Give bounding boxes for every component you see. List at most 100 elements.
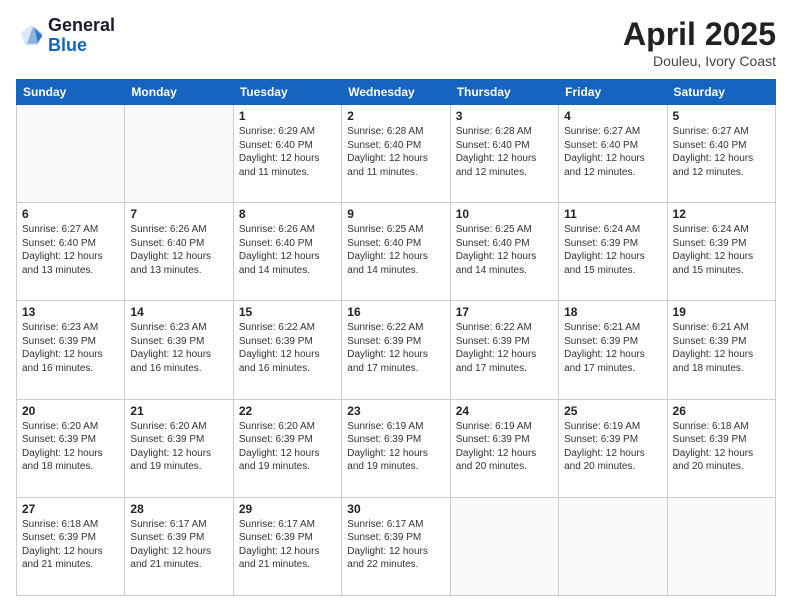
day-info: Sunrise: 6:22 AM Sunset: 6:39 PM Dayligh…	[456, 321, 553, 375]
day-number: 1	[239, 109, 336, 123]
calendar-day-cell: 4 Sunrise: 6:27 AM Sunset: 6:40 PM Daylig…	[559, 105, 667, 203]
calendar-day-cell: 28 Sunrise: 6:17 AM Sunset: 6:39 PM Dayli…	[125, 497, 233, 595]
calendar-day-cell	[125, 105, 233, 203]
header: General Blue April 2025 Douleu, Ivory Co…	[16, 16, 776, 69]
calendar-day-header: Thursday	[450, 80, 558, 105]
title-block: April 2025 Douleu, Ivory Coast	[623, 16, 776, 69]
calendar-day-cell: 16 Sunrise: 6:22 AM Sunset: 6:39 PM Dayli…	[342, 301, 450, 399]
day-info: Sunrise: 6:24 AM Sunset: 6:39 PM Dayligh…	[564, 223, 661, 277]
calendar-day-cell	[667, 497, 775, 595]
calendar-header-row: SundayMondayTuesdayWednesdayThursdayFrid…	[17, 80, 776, 105]
day-number: 6	[22, 207, 119, 221]
calendar-day-cell: 2 Sunrise: 6:28 AM Sunset: 6:40 PM Daylig…	[342, 105, 450, 203]
day-number: 3	[456, 109, 553, 123]
day-info: Sunrise: 6:19 AM Sunset: 6:39 PM Dayligh…	[347, 420, 444, 474]
day-info: Sunrise: 6:26 AM Sunset: 6:40 PM Dayligh…	[130, 223, 227, 277]
logo-line1: General	[48, 16, 115, 36]
calendar-day-header: Tuesday	[233, 80, 341, 105]
day-number: 12	[673, 207, 770, 221]
calendar-day-header: Friday	[559, 80, 667, 105]
calendar-day-cell: 7 Sunrise: 6:26 AM Sunset: 6:40 PM Daylig…	[125, 203, 233, 301]
calendar-day-cell: 23 Sunrise: 6:19 AM Sunset: 6:39 PM Dayli…	[342, 399, 450, 497]
day-info: Sunrise: 6:18 AM Sunset: 6:39 PM Dayligh…	[22, 518, 119, 572]
day-info: Sunrise: 6:20 AM Sunset: 6:39 PM Dayligh…	[22, 420, 119, 474]
day-number: 14	[130, 305, 227, 319]
day-info: Sunrise: 6:26 AM Sunset: 6:40 PM Dayligh…	[239, 223, 336, 277]
day-number: 18	[564, 305, 661, 319]
calendar-day-cell: 18 Sunrise: 6:21 AM Sunset: 6:39 PM Dayli…	[559, 301, 667, 399]
day-info: Sunrise: 6:20 AM Sunset: 6:39 PM Dayligh…	[239, 420, 336, 474]
day-info: Sunrise: 6:28 AM Sunset: 6:40 PM Dayligh…	[347, 125, 444, 179]
logo-text: General Blue	[48, 16, 115, 56]
day-info: Sunrise: 6:24 AM Sunset: 6:39 PM Dayligh…	[673, 223, 770, 277]
calendar-day-cell: 5Sunrise: 6:27 AM Sunset: 6:40 PM Daylig…	[667, 105, 775, 203]
day-info: Sunrise: 6:17 AM Sunset: 6:39 PM Dayligh…	[347, 518, 444, 572]
day-number: 29	[239, 502, 336, 516]
calendar-day-cell: 15Sunrise: 6:22 AM Sunset: 6:39 PM Dayli…	[233, 301, 341, 399]
calendar-week-row: 1Sunrise: 6:29 AM Sunset: 6:40 PM Daylig…	[17, 105, 776, 203]
calendar-title: April 2025	[623, 16, 776, 53]
day-number: 13	[22, 305, 119, 319]
calendar-day-cell: 13 Sunrise: 6:23 AM Sunset: 6:39 PM Dayli…	[17, 301, 125, 399]
calendar-day-cell: 10 Sunrise: 6:25 AM Sunset: 6:40 PM Dayli…	[450, 203, 558, 301]
calendar-day-cell	[450, 497, 558, 595]
calendar-week-row: 20Sunrise: 6:20 AM Sunset: 6:39 PM Dayli…	[17, 399, 776, 497]
calendar-day-cell: 19Sunrise: 6:21 AM Sunset: 6:39 PM Dayli…	[667, 301, 775, 399]
calendar-day-cell	[17, 105, 125, 203]
logo-icon	[16, 22, 44, 50]
calendar-day-cell: 3 Sunrise: 6:28 AM Sunset: 6:40 PM Daylig…	[450, 105, 558, 203]
calendar-day-cell: 22 Sunrise: 6:20 AM Sunset: 6:39 PM Dayli…	[233, 399, 341, 497]
calendar-table: SundayMondayTuesdayWednesdayThursdayFrid…	[16, 79, 776, 596]
calendar-day-cell: 26 Sunrise: 6:18 AM Sunset: 6:39 PM Dayli…	[667, 399, 775, 497]
day-number: 2	[347, 109, 444, 123]
calendar-subtitle: Douleu, Ivory Coast	[623, 53, 776, 69]
day-info: Sunrise: 6:17 AM Sunset: 6:39 PM Dayligh…	[239, 518, 336, 572]
day-number: 11	[564, 207, 661, 221]
day-number: 21	[130, 404, 227, 418]
day-number: 5	[673, 109, 770, 123]
calendar-day-cell: 9 Sunrise: 6:25 AM Sunset: 6:40 PM Daylig…	[342, 203, 450, 301]
day-info: Sunrise: 6:25 AM Sunset: 6:40 PM Dayligh…	[347, 223, 444, 277]
day-number: 17	[456, 305, 553, 319]
day-info: Sunrise: 6:23 AM Sunset: 6:39 PM Dayligh…	[130, 321, 227, 375]
day-number: 4	[564, 109, 661, 123]
day-number: 15	[239, 305, 336, 319]
day-number: 10	[456, 207, 553, 221]
calendar-day-cell: 25Sunrise: 6:19 AM Sunset: 6:39 PM Dayli…	[559, 399, 667, 497]
day-info: Sunrise: 6:27 AM Sunset: 6:40 PM Dayligh…	[564, 125, 661, 179]
logo: General Blue	[16, 16, 115, 56]
day-info: Sunrise: 6:18 AM Sunset: 6:39 PM Dayligh…	[673, 420, 770, 474]
day-info: Sunrise: 6:19 AM Sunset: 6:39 PM Dayligh…	[564, 420, 661, 474]
day-number: 27	[22, 502, 119, 516]
day-number: 16	[347, 305, 444, 319]
calendar-day-cell: 24Sunrise: 6:19 AM Sunset: 6:39 PM Dayli…	[450, 399, 558, 497]
calendar-day-cell: 21Sunrise: 6:20 AM Sunset: 6:39 PM Dayli…	[125, 399, 233, 497]
calendar-week-row: 27 Sunrise: 6:18 AM Sunset: 6:39 PM Dayli…	[17, 497, 776, 595]
day-number: 8	[239, 207, 336, 221]
logo-line2: Blue	[48, 36, 115, 56]
day-number: 22	[239, 404, 336, 418]
day-info: Sunrise: 6:25 AM Sunset: 6:40 PM Dayligh…	[456, 223, 553, 277]
calendar-day-cell: 30Sunrise: 6:17 AM Sunset: 6:39 PM Dayli…	[342, 497, 450, 595]
day-number: 9	[347, 207, 444, 221]
calendar-day-cell: 6Sunrise: 6:27 AM Sunset: 6:40 PM Daylig…	[17, 203, 125, 301]
calendar-day-header: Monday	[125, 80, 233, 105]
calendar-day-cell	[559, 497, 667, 595]
calendar-week-row: 6Sunrise: 6:27 AM Sunset: 6:40 PM Daylig…	[17, 203, 776, 301]
day-number: 24	[456, 404, 553, 418]
calendar-day-cell: 27 Sunrise: 6:18 AM Sunset: 6:39 PM Dayli…	[17, 497, 125, 595]
day-number: 23	[347, 404, 444, 418]
day-info: Sunrise: 6:28 AM Sunset: 6:40 PM Dayligh…	[456, 125, 553, 179]
day-number: 26	[673, 404, 770, 418]
calendar-day-cell: 12 Sunrise: 6:24 AM Sunset: 6:39 PM Dayli…	[667, 203, 775, 301]
day-info: Sunrise: 6:23 AM Sunset: 6:39 PM Dayligh…	[22, 321, 119, 375]
calendar-week-row: 13 Sunrise: 6:23 AM Sunset: 6:39 PM Dayli…	[17, 301, 776, 399]
day-info: Sunrise: 6:17 AM Sunset: 6:39 PM Dayligh…	[130, 518, 227, 572]
day-number: 28	[130, 502, 227, 516]
day-info: Sunrise: 6:21 AM Sunset: 6:39 PM Dayligh…	[564, 321, 661, 375]
calendar-day-header: Wednesday	[342, 80, 450, 105]
calendar-day-cell: 17 Sunrise: 6:22 AM Sunset: 6:39 PM Dayli…	[450, 301, 558, 399]
day-number: 7	[130, 207, 227, 221]
day-info: Sunrise: 6:21 AM Sunset: 6:39 PM Dayligh…	[673, 321, 770, 375]
day-info: Sunrise: 6:22 AM Sunset: 6:39 PM Dayligh…	[347, 321, 444, 375]
